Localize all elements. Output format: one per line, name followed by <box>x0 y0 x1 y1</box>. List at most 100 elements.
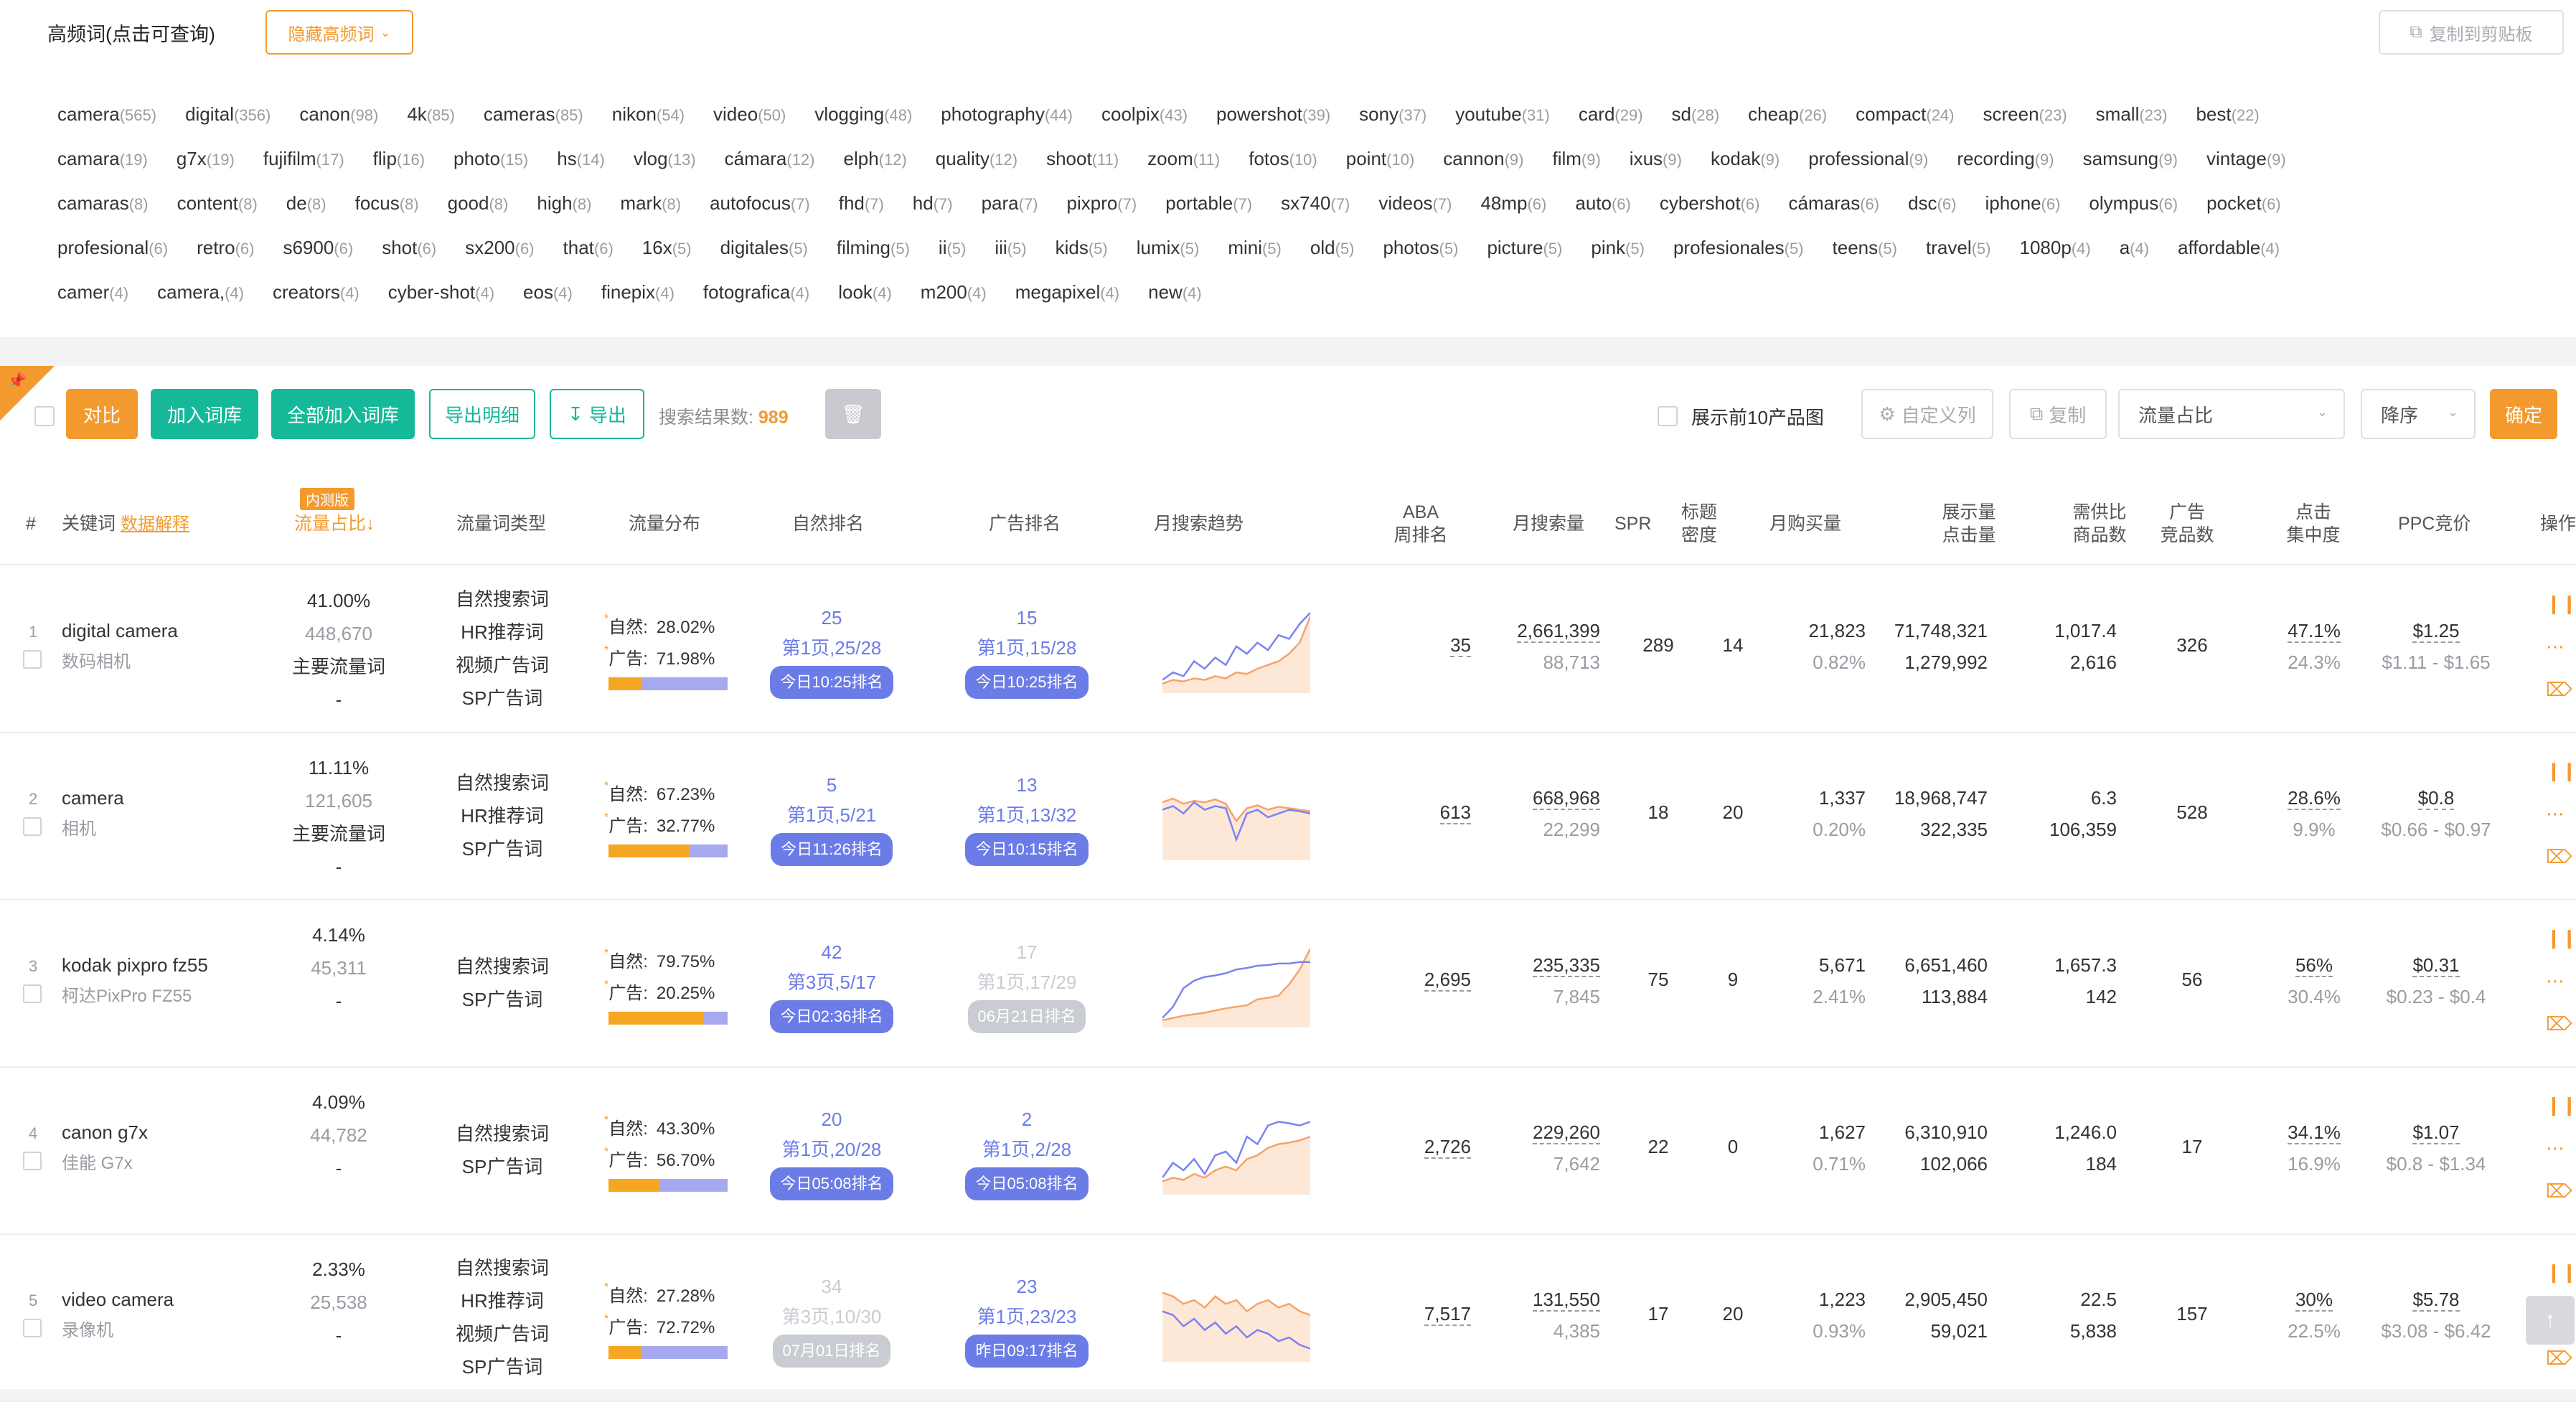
keyword-text[interactable]: canon g7x <box>62 1121 148 1144</box>
export-button[interactable]: ↧ 导出 <box>550 389 644 439</box>
keyword-chip[interactable]: iphone(6) <box>1985 192 2060 215</box>
keyword-chip[interactable]: mini(5) <box>1228 237 1282 259</box>
keyword-chip[interactable]: g7x(19) <box>177 148 235 170</box>
col-monthly-buy[interactable]: 月购买量 <box>1769 512 1841 535</box>
keyword-chip[interactable]: pocket(6) <box>2206 192 2281 215</box>
keyword-chip[interactable]: fotos(10) <box>1249 148 1317 170</box>
keyword-chip[interactable]: focus(8) <box>355 192 419 215</box>
ad-rank[interactable]: 13 第1页,13/32 今日10:15排名 <box>959 770 1095 866</box>
export-detail-button[interactable]: 导出明细 <box>429 389 535 439</box>
more-icon[interactable]: ⋯ <box>2546 1137 2567 1180</box>
row-checkbox[interactable] <box>23 1319 42 1337</box>
keyword-chip[interactable]: new(4) <box>1148 281 1202 304</box>
search-trend-sparkline[interactable] <box>1162 774 1310 860</box>
search-trend-sparkline[interactable] <box>1162 1276 1310 1362</box>
keyword-chip[interactable]: point(10) <box>1346 148 1415 170</box>
custom-columns-button[interactable]: ⚙ 自定义列 <box>1861 389 1993 439</box>
keyword-chip[interactable]: photos(5) <box>1383 237 1458 259</box>
copy-to-clipboard-button[interactable]: ⧉ 复制到剪贴板 <box>2379 10 2564 55</box>
keyword-chip[interactable]: good(8) <box>448 192 509 215</box>
col-ppc[interactable]: PPC竞价 <box>2398 512 2471 535</box>
add-to-library-button[interactable]: 加入词库 <box>151 389 258 439</box>
keyword-chip[interactable]: high(8) <box>537 192 591 215</box>
keyword-chip[interactable]: finepix(4) <box>601 281 674 304</box>
table-row[interactable]: 2 camera 相机 11.11% 121,605 主要流量词 - 自然搜索词 HR推荐词 SP… <box>0 733 2576 900</box>
keyword-text[interactable]: kodak pixpro fz55 <box>62 954 208 977</box>
keyword-chip[interactable]: cameras(85) <box>484 103 583 126</box>
keyword-chip[interactable]: that(6) <box>563 237 614 259</box>
keyword-chip[interactable]: m200(4) <box>921 281 987 304</box>
keyword-chip[interactable]: film(9) <box>1552 148 1600 170</box>
keyword-chip[interactable]: a(4) <box>2120 237 2149 259</box>
col-ad-competitors[interactable]: 广告 竞品数 <box>2158 501 2216 547</box>
keyword-chip[interactable]: teens(5) <box>1833 237 1898 259</box>
trash-icon[interactable]: ⌦ <box>2546 679 2572 722</box>
keyword-chip[interactable]: fotografica(4) <box>703 281 809 304</box>
keyword-chip[interactable]: photo(15) <box>453 148 528 170</box>
keyword-chip[interactable]: shoot(11) <box>1046 148 1119 170</box>
keyword-chip[interactable]: camera,(4) <box>157 281 244 304</box>
confirm-button[interactable]: 确定 <box>2490 389 2557 439</box>
keyword-chip[interactable]: sony(37) <box>1359 103 1426 126</box>
natural-rank[interactable]: 20 第1页,20/28 今日05:08排名 <box>763 1104 900 1200</box>
keyword-chip[interactable]: look(4) <box>838 281 892 304</box>
keyword-chip[interactable]: para(7) <box>982 192 1038 215</box>
keyword-chip[interactable]: digital(356) <box>185 103 271 126</box>
keyword-chip[interactable]: de(8) <box>286 192 326 215</box>
keyword-chip[interactable]: 48mp(6) <box>1480 192 1546 215</box>
keyword-chip[interactable]: fujifilm(17) <box>263 148 344 170</box>
keyword-chip[interactable]: 16x(5) <box>642 237 692 259</box>
keyword-chip[interactable]: iii(5) <box>995 237 1026 259</box>
keyword-chip[interactable]: samsung(9) <box>2083 148 2178 170</box>
keyword-chip[interactable]: professional(9) <box>1808 148 1928 170</box>
keyword-chip[interactable]: hd(7) <box>913 192 953 215</box>
col-monthly-search[interactable]: 月搜索量 <box>1513 512 1584 535</box>
keyword-chip[interactable]: shot(6) <box>382 237 436 259</box>
keyword-chip[interactable]: lumix(5) <box>1137 237 1200 259</box>
keyword-chip[interactable]: cheap(26) <box>1748 103 1827 126</box>
chart-icon[interactable]: ❙❙ <box>2546 927 2576 970</box>
keyword-chip[interactable]: content(8) <box>177 192 258 215</box>
keyword-chip[interactable]: flip(16) <box>373 148 425 170</box>
trash-icon[interactable]: ⌦ <box>2546 1013 2572 1056</box>
keyword-chip[interactable]: sx740(7) <box>1281 192 1350 215</box>
keyword-chip[interactable]: sx200(6) <box>465 237 534 259</box>
chart-icon[interactable]: ❙❙ <box>2546 593 2576 636</box>
chart-icon[interactable]: ❙❙ <box>2546 760 2576 803</box>
keyword-chip[interactable]: pink(5) <box>1591 237 1645 259</box>
keyword-chip[interactable]: powershot(39) <box>1216 103 1330 126</box>
keyword-chip[interactable]: kids(5) <box>1056 237 1108 259</box>
keyword-chip[interactable]: cámaras(6) <box>1789 192 1880 215</box>
keyword-chip[interactable]: ixus(9) <box>1630 148 1682 170</box>
compare-button[interactable]: 对比 <box>66 389 138 439</box>
keyword-chip[interactable]: youtube(31) <box>1455 103 1550 126</box>
table-row[interactable]: 3 kodak pixpro fz55 柯达PixPro FZ55 4.14% 45,3… <box>0 900 2576 1068</box>
keyword-chip[interactable]: profesionales(5) <box>1673 237 1804 259</box>
keyword-chip[interactable]: affordable(4) <box>2178 237 2280 259</box>
keyword-chip[interactable]: cyber-shot(4) <box>388 281 494 304</box>
keyword-chip[interactable]: 1080p(4) <box>2019 237 2090 259</box>
keyword-chip[interactable]: screen(23) <box>1983 103 2067 126</box>
more-icon[interactable]: ⋯ <box>2546 970 2567 1013</box>
keyword-chip[interactable]: camaras(8) <box>57 192 149 215</box>
keyword-chip[interactable]: fhd(7) <box>839 192 884 215</box>
keyword-chip[interactable]: s6900(6) <box>283 237 353 259</box>
keyword-chip[interactable]: portable(7) <box>1165 192 1252 215</box>
add-all-to-library-button[interactable]: 全部加入词库 <box>271 389 415 439</box>
keyword-chip[interactable]: quality(12) <box>936 148 1017 170</box>
keyword-chip[interactable]: filming(5) <box>837 237 910 259</box>
row-checkbox[interactable] <box>23 1152 42 1170</box>
copy-button[interactable]: ⧉ 复制 <box>2009 389 2107 439</box>
chart-icon[interactable]: ❙❙ <box>2546 1094 2576 1137</box>
keyword-chip[interactable]: canon(98) <box>299 103 378 126</box>
more-icon[interactable]: ⋯ <box>2546 803 2567 846</box>
hide-high-frequency-button[interactable]: 隐藏高频词 ⌄ <box>265 10 413 55</box>
keyword-chip[interactable]: small(23) <box>2096 103 2168 126</box>
keyword-chip[interactable]: auto(6) <box>1575 192 1631 215</box>
keyword-chip[interactable]: cámara(12) <box>725 148 815 170</box>
col-aba[interactable]: ABA 周排名 <box>1392 501 1449 547</box>
keyword-chip[interactable]: vlog(13) <box>634 148 696 170</box>
keyword-chip[interactable]: olympus(6) <box>2089 192 2178 215</box>
keyword-chip[interactable]: kodak(9) <box>1711 148 1780 170</box>
col-click-concentration[interactable]: 点击 集中度 <box>2285 501 2342 547</box>
